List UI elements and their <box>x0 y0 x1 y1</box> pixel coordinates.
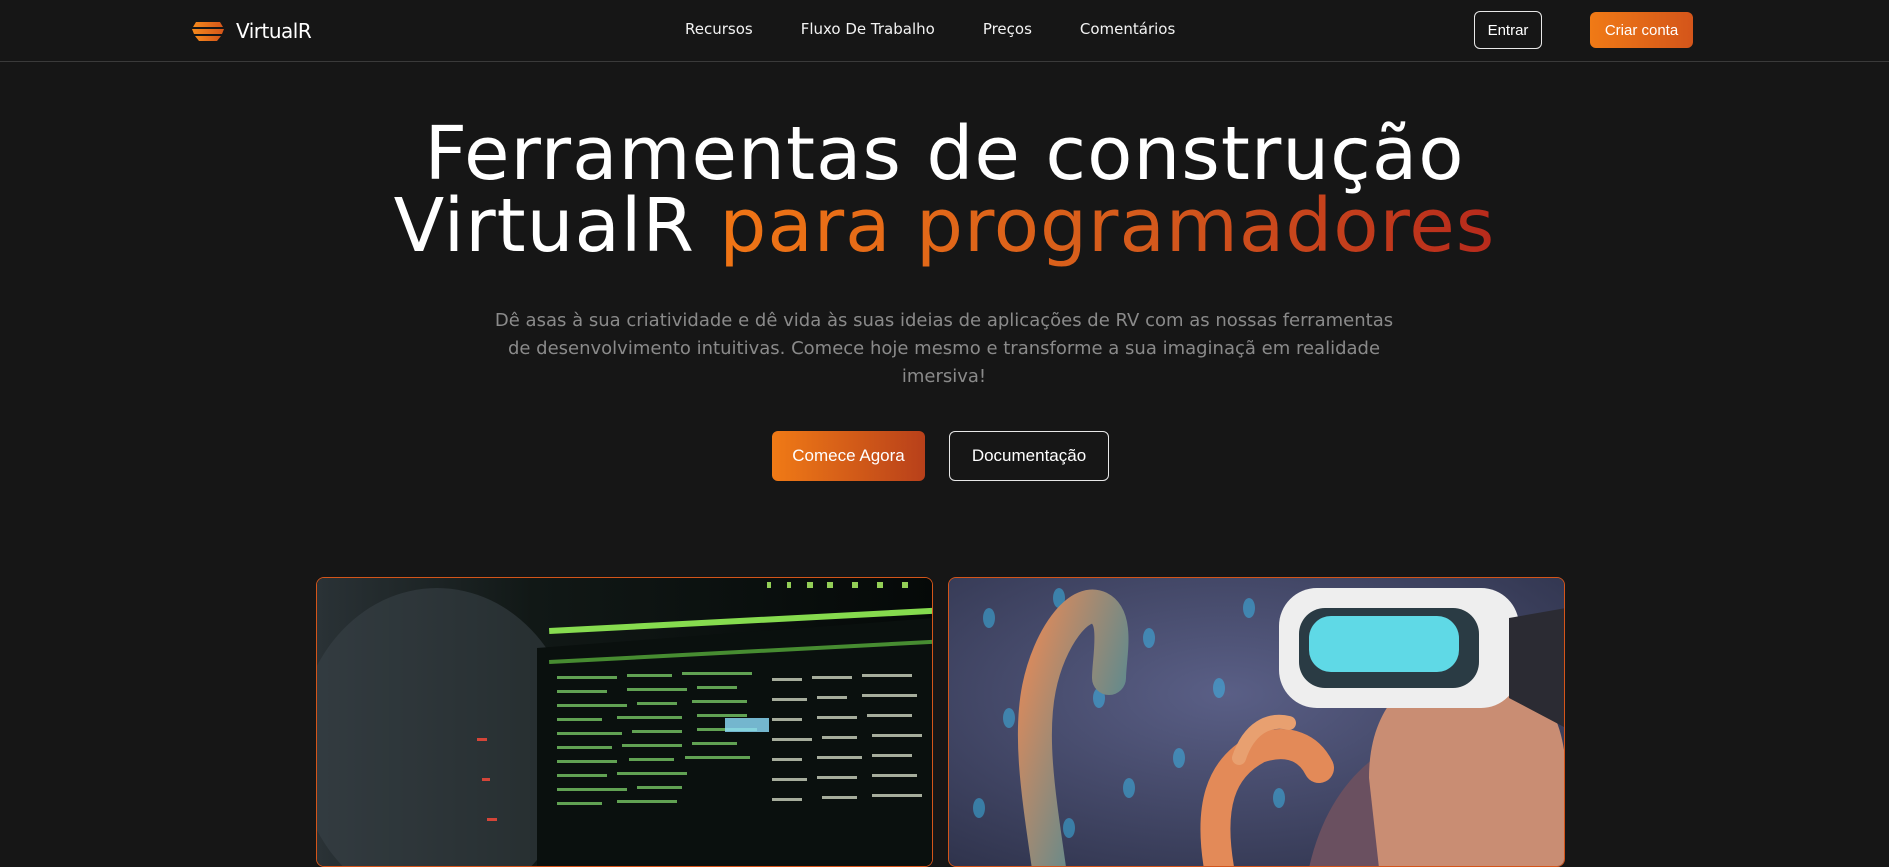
get-started-button[interactable]: Comece Agora <box>772 431 925 481</box>
hero-title-plain: VirtualR <box>393 183 720 269</box>
hero-title-line2: VirtualR para programadores <box>0 189 1889 263</box>
navbar: VirtualR Recursos Fluxo De Trabalho Preç… <box>0 0 1889 62</box>
logo[interactable]: VirtualR <box>190 16 312 46</box>
code-terminal-image <box>316 577 933 867</box>
nav-link-recursos[interactable]: Recursos <box>685 20 753 38</box>
hero-subtitle: Dê asas à sua criatividade e dê vida às … <box>494 310 1394 387</box>
nav-links: Recursos Fluxo De Trabalho Preços Coment… <box>685 20 1175 38</box>
documentation-button[interactable]: Documentação <box>949 431 1109 481</box>
hero-title-accent: para programadores <box>719 183 1496 269</box>
logo-icon <box>192 22 224 41</box>
nav-link-precos[interactable]: Preços <box>983 20 1032 38</box>
vr-headset-person-image <box>948 577 1565 867</box>
hero-title: Ferramentas de construção VirtualR para … <box>0 111 1889 263</box>
nav-link-fluxo-de-trabalho[interactable]: Fluxo De Trabalho <box>801 20 935 38</box>
nav-link-comentarios[interactable]: Comentários <box>1080 20 1175 38</box>
signup-button[interactable]: Criar conta <box>1590 12 1693 48</box>
hero-title-line1: Ferramentas de construção <box>424 111 1465 197</box>
logo-text: VirtualR <box>236 19 312 43</box>
login-button[interactable]: Entrar <box>1474 11 1542 49</box>
